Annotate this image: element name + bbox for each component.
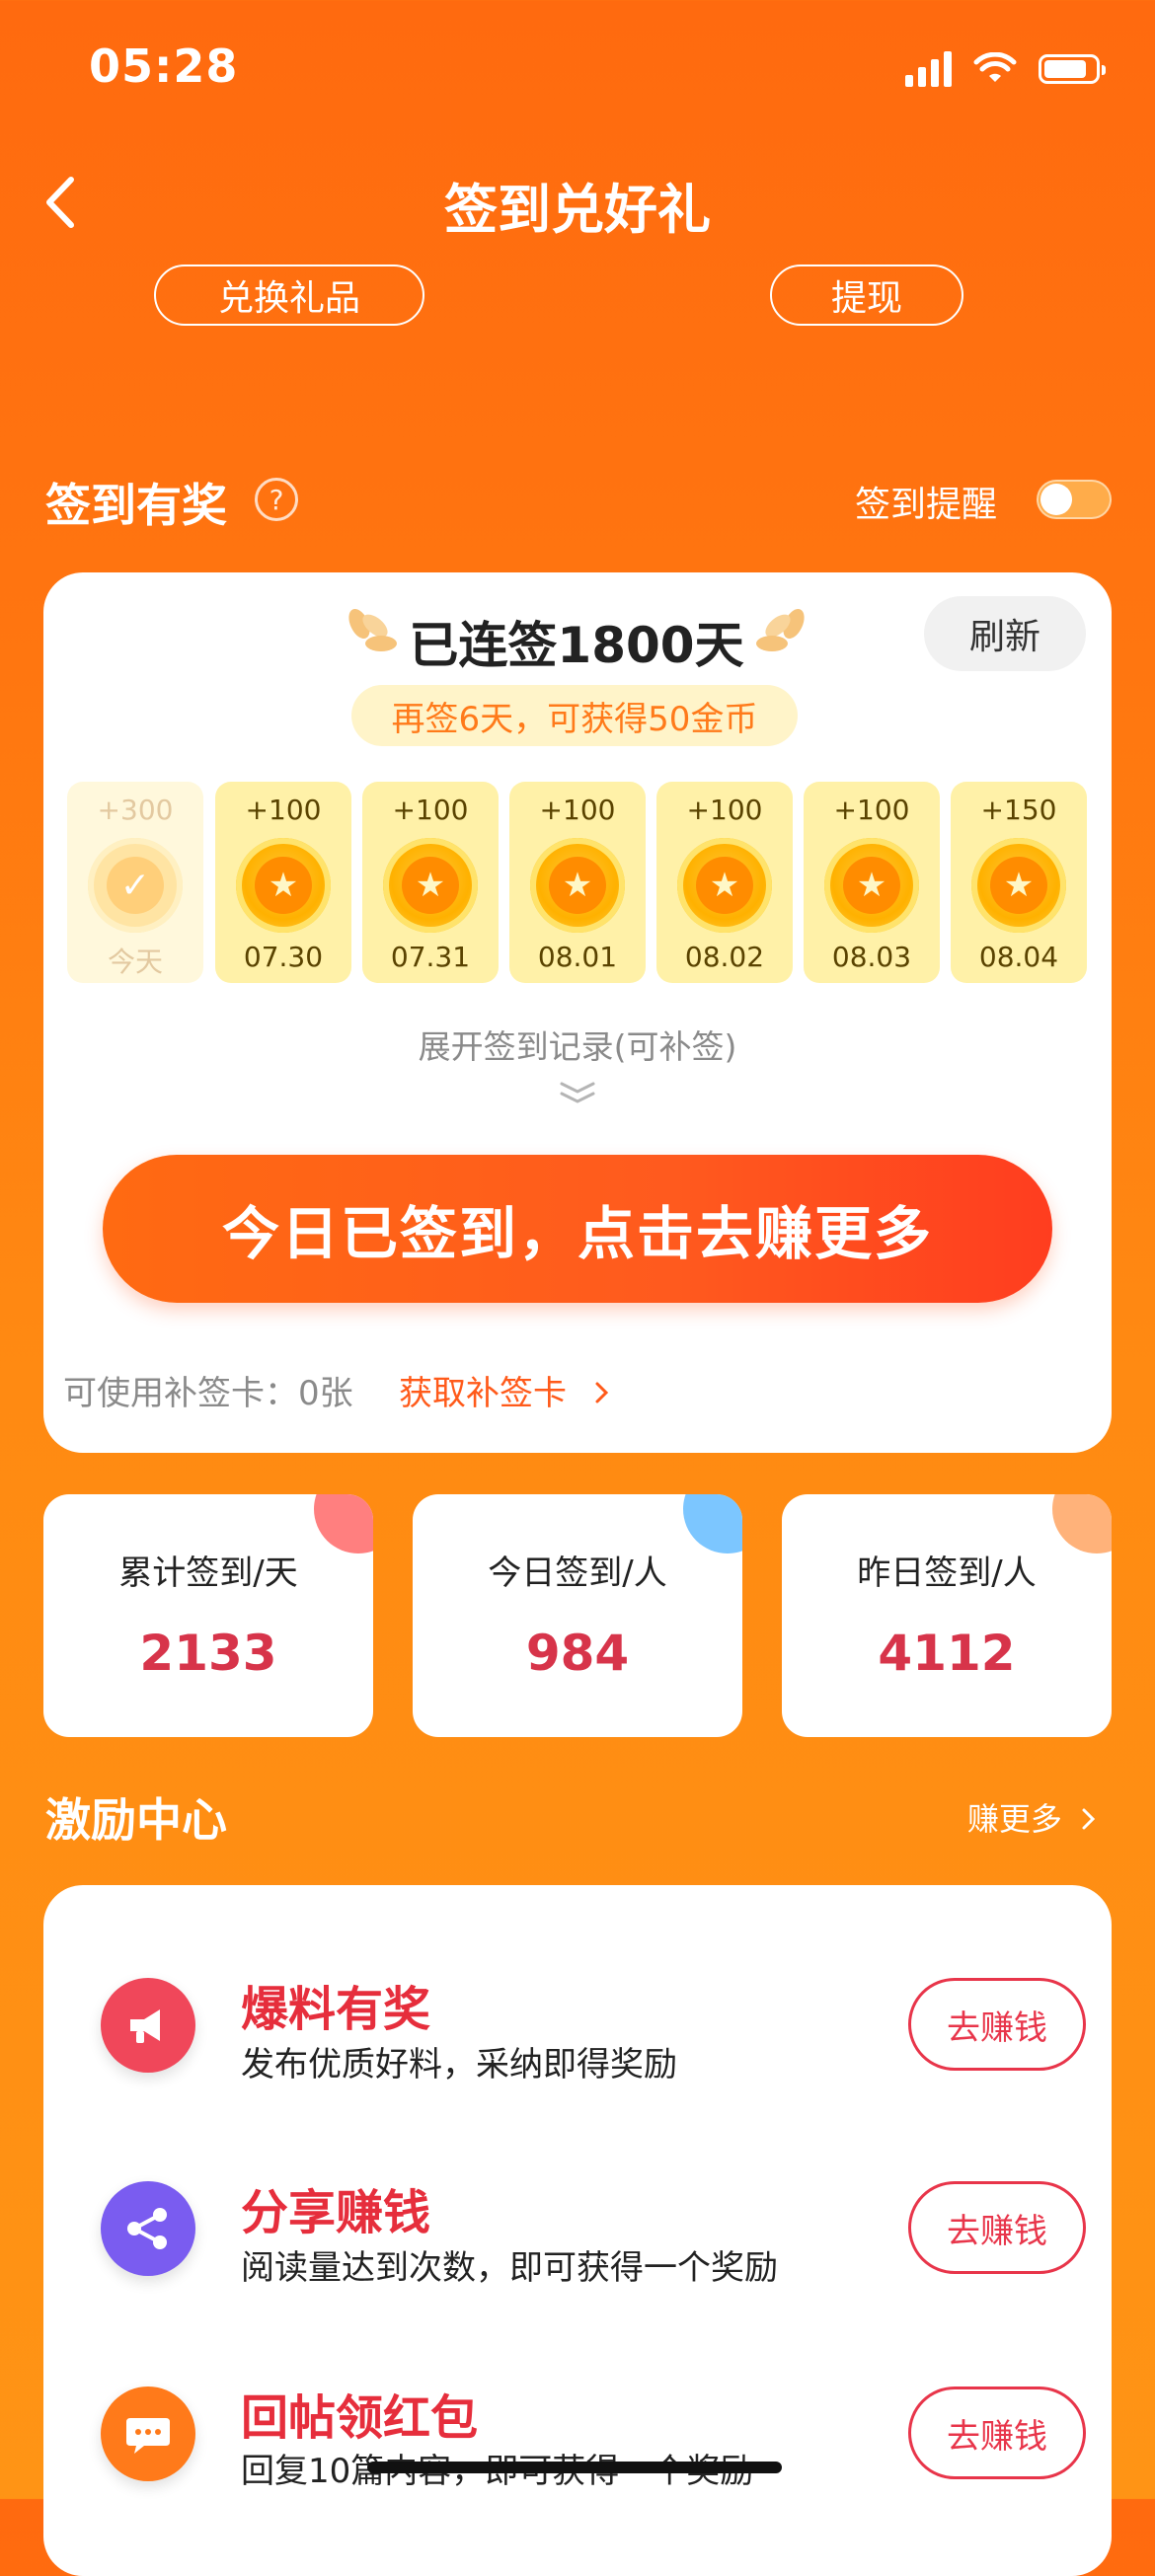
day-points: +100 xyxy=(686,794,763,826)
day-date: 08.01 xyxy=(537,941,618,973)
earn-button[interactable]: 去赚钱 xyxy=(908,1978,1086,2071)
makeup-card-count: 可使用补签卡：0张 xyxy=(63,1374,353,1413)
stat-label: 今日签到/人 xyxy=(488,1553,667,1593)
day-points: +300 xyxy=(97,794,174,826)
day-cell: +100 ★ 08.02 xyxy=(656,782,793,983)
sign-section-title: 签到有奖 xyxy=(45,479,227,532)
reminder-label: 签到提醒 xyxy=(854,485,997,525)
stat-corner-decoration xyxy=(683,1494,742,1553)
stat-value: 4112 xyxy=(878,1625,1016,1682)
stat-corner-decoration xyxy=(1052,1494,1112,1553)
day-date: 08.03 xyxy=(831,941,912,973)
share-icon xyxy=(101,2181,195,2276)
get-makeup-card-link[interactable]: 获取补签卡 xyxy=(399,1366,617,1414)
stat-value: 2133 xyxy=(139,1625,277,1682)
page-title: 签到兑好礼 xyxy=(444,179,711,241)
day-points: +100 xyxy=(539,794,616,826)
day-date: 07.31 xyxy=(390,941,471,973)
toggle-knob xyxy=(1040,484,1072,515)
battery-icon xyxy=(1039,54,1106,84)
task-desc: 阅读量达到次数，即可获得一个奖励 xyxy=(241,2248,778,2288)
star-coin-icon: ★ xyxy=(530,838,625,933)
day-cell: +100 ★ 08.01 xyxy=(509,782,646,983)
stat-card-today: 今日签到/人 984 xyxy=(413,1494,742,1737)
home-indicator xyxy=(367,2462,782,2473)
day-cell: +100 ★ 07.30 xyxy=(215,782,351,983)
stat-card-total: 累计签到/天 2133 xyxy=(43,1494,373,1737)
earn-more-link[interactable]: 赚更多 xyxy=(967,1794,1102,1840)
stat-label: 昨日签到/人 xyxy=(857,1553,1037,1593)
chevron-right-icon xyxy=(595,1382,608,1403)
day-cell: +100 ★ 07.31 xyxy=(362,782,499,983)
earn-more-cta-button[interactable]: 今日已签到，点击去赚更多 xyxy=(103,1155,1052,1303)
day-date: 今天 xyxy=(107,946,163,978)
bonus-tip: 再签6天，可获得50金币 xyxy=(351,685,798,746)
earn-button[interactable]: 去赚钱 xyxy=(908,2181,1086,2274)
wifi-icon xyxy=(973,52,1017,82)
reminder-toggle[interactable] xyxy=(1037,480,1112,519)
checked-coin-icon: ✓ xyxy=(88,838,183,933)
day-cell-today: +300 ✓ 今天 xyxy=(67,782,203,983)
signal-icon xyxy=(905,51,952,87)
exchange-gift-button[interactable]: 兑换礼品 xyxy=(154,265,424,326)
day-cell: +150 ★ 08.04 xyxy=(951,782,1087,983)
day-points: +100 xyxy=(392,794,469,826)
day-date: 08.02 xyxy=(684,941,765,973)
task-title: 分享赚钱 xyxy=(241,2185,431,2240)
day-date: 08.04 xyxy=(978,941,1059,973)
chevron-right-icon xyxy=(1082,1808,1096,1830)
status-icons xyxy=(905,51,1106,87)
stat-label: 累计签到/天 xyxy=(118,1553,298,1593)
task-title: 爆料有奖 xyxy=(241,1982,431,2037)
chat-icon xyxy=(101,2387,195,2481)
status-time: 05:28 xyxy=(89,39,239,93)
day-points: +100 xyxy=(833,794,910,826)
expand-record-link[interactable]: 展开签到记录(可补签) xyxy=(0,1021,1155,1068)
makeup-link-label: 获取补签卡 xyxy=(399,1374,567,1413)
earn-button[interactable]: 去赚钱 xyxy=(908,2387,1086,2479)
star-coin-icon: ★ xyxy=(824,838,919,933)
star-coin-icon: ★ xyxy=(677,838,772,933)
stat-corner-decoration xyxy=(314,1494,373,1553)
task-desc: 发布优质好料，采纳即得奖励 xyxy=(241,2045,677,2084)
day-points: +150 xyxy=(980,794,1057,826)
day-date: 07.30 xyxy=(243,941,324,973)
day-points: +100 xyxy=(245,794,322,826)
help-icon[interactable]: ? xyxy=(255,478,298,521)
incentive-title: 激励中心 xyxy=(45,1793,227,1847)
refresh-button[interactable]: 刷新 xyxy=(924,596,1086,671)
double-chevron-down-icon[interactable] xyxy=(558,1078,597,1107)
day-cell: +100 ★ 08.03 xyxy=(804,782,940,983)
earn-more-label: 赚更多 xyxy=(966,1800,1062,1838)
stat-value: 984 xyxy=(525,1625,630,1682)
star-coin-icon: ★ xyxy=(971,838,1066,933)
megaphone-icon xyxy=(101,1978,195,2073)
withdraw-button[interactable]: 提现 xyxy=(770,265,963,326)
task-title: 回帖领红包 xyxy=(241,2390,479,2446)
stat-card-yesterday: 昨日签到/人 4112 xyxy=(782,1494,1112,1737)
star-coin-icon: ★ xyxy=(236,838,331,933)
star-coin-icon: ★ xyxy=(383,838,478,933)
